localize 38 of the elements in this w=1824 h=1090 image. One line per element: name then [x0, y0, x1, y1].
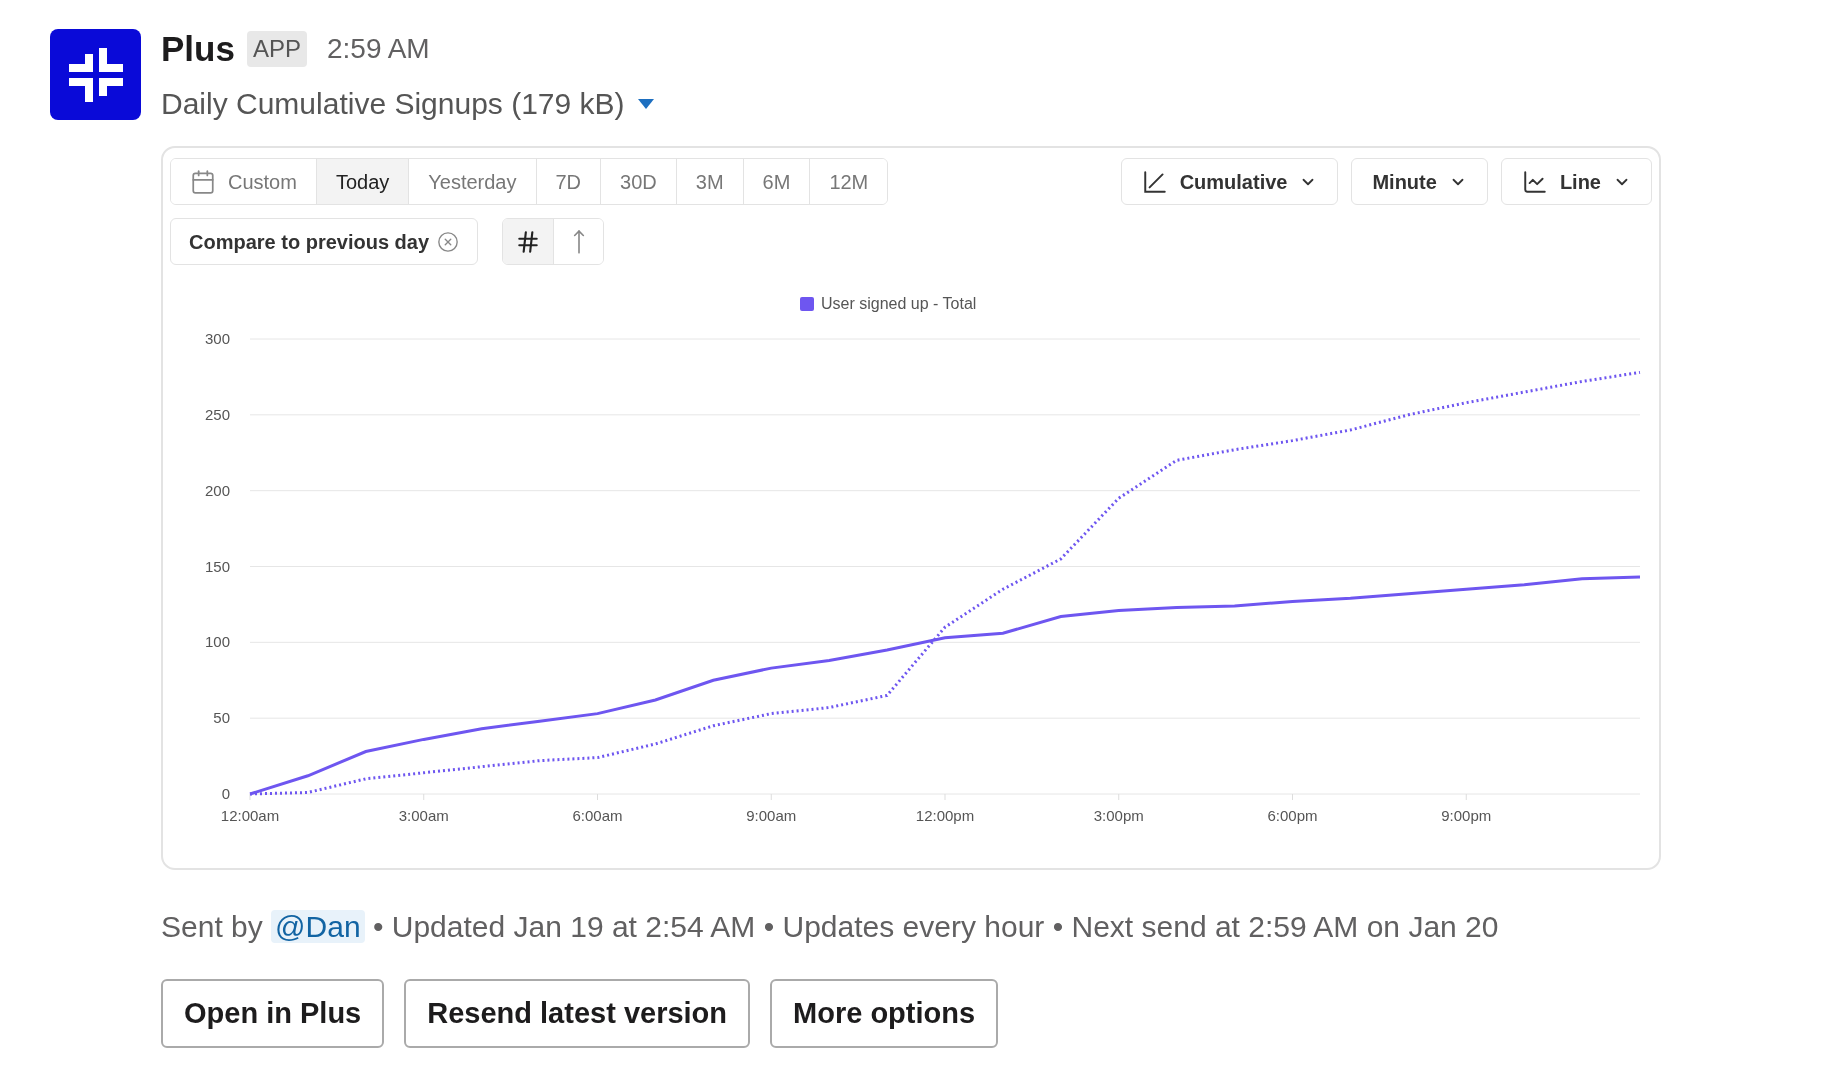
chart-option-dropdown[interactable]: Line [1500, 158, 1652, 205]
x-tick-label: 6:00am [572, 807, 623, 824]
diagonal-chart-icon [1141, 168, 1168, 195]
chart-option-dropdown[interactable]: Minute [1351, 158, 1488, 205]
x-tick-label: 9:00pm [1441, 807, 1492, 824]
number-toggle[interactable] [503, 219, 554, 264]
axis-toggle[interactable] [553, 219, 604, 264]
y-tick-label: 250 [204, 405, 230, 423]
caret-icon[interactable] [636, 97, 655, 110]
sender-name[interactable]: Plus [161, 22, 235, 76]
legend-label: User signed up - Total [821, 295, 977, 312]
line-chart-icon [1521, 168, 1548, 195]
compare-chip[interactable]: Compare to previous day [170, 218, 479, 265]
period-tab[interactable]: Custom [171, 159, 317, 204]
y-tick-label: 150 [204, 557, 230, 575]
footer-text: Sent by @Dan • Updated Jan 19 at 2:54 AM • Updates every hour • Next send at 2:59 AM on Jan 20 [161, 909, 1500, 945]
y-tick-label: 50 [213, 709, 230, 727]
action-button[interactable]: Resend latest version [404, 979, 751, 1048]
x-tick-label: 9:00am [746, 807, 797, 824]
x-tick-label: 3:00am [398, 807, 449, 824]
action-button[interactable]: More options [770, 979, 999, 1048]
period-tab[interactable]: Today [316, 159, 410, 204]
timestamp[interactable]: 2:59 AM [326, 28, 430, 70]
y-tick-label: 300 [204, 330, 230, 347]
x-tick-label: 3:00pm [1093, 807, 1144, 824]
y-tick-label: 200 [204, 481, 230, 499]
action-button[interactable]: Open in Plus [161, 979, 385, 1048]
chart-option-dropdown[interactable]: Cumulative [1120, 158, 1339, 205]
x-tick-label: 12:00am [220, 807, 280, 824]
app-badge: APP [246, 31, 307, 67]
remove-icon[interactable] [437, 230, 460, 253]
y-tick-label: 0 [221, 785, 230, 802]
user-mention[interactable]: @Dan [271, 910, 365, 943]
calendar-icon [190, 168, 216, 195]
x-tick-label: 12:00pm [915, 807, 975, 824]
x-tick-label: 6:00pm [1267, 807, 1318, 824]
file-title: Daily Cumulative Signups (179 kB) [161, 86, 625, 122]
y-tick-label: 100 [204, 633, 230, 651]
